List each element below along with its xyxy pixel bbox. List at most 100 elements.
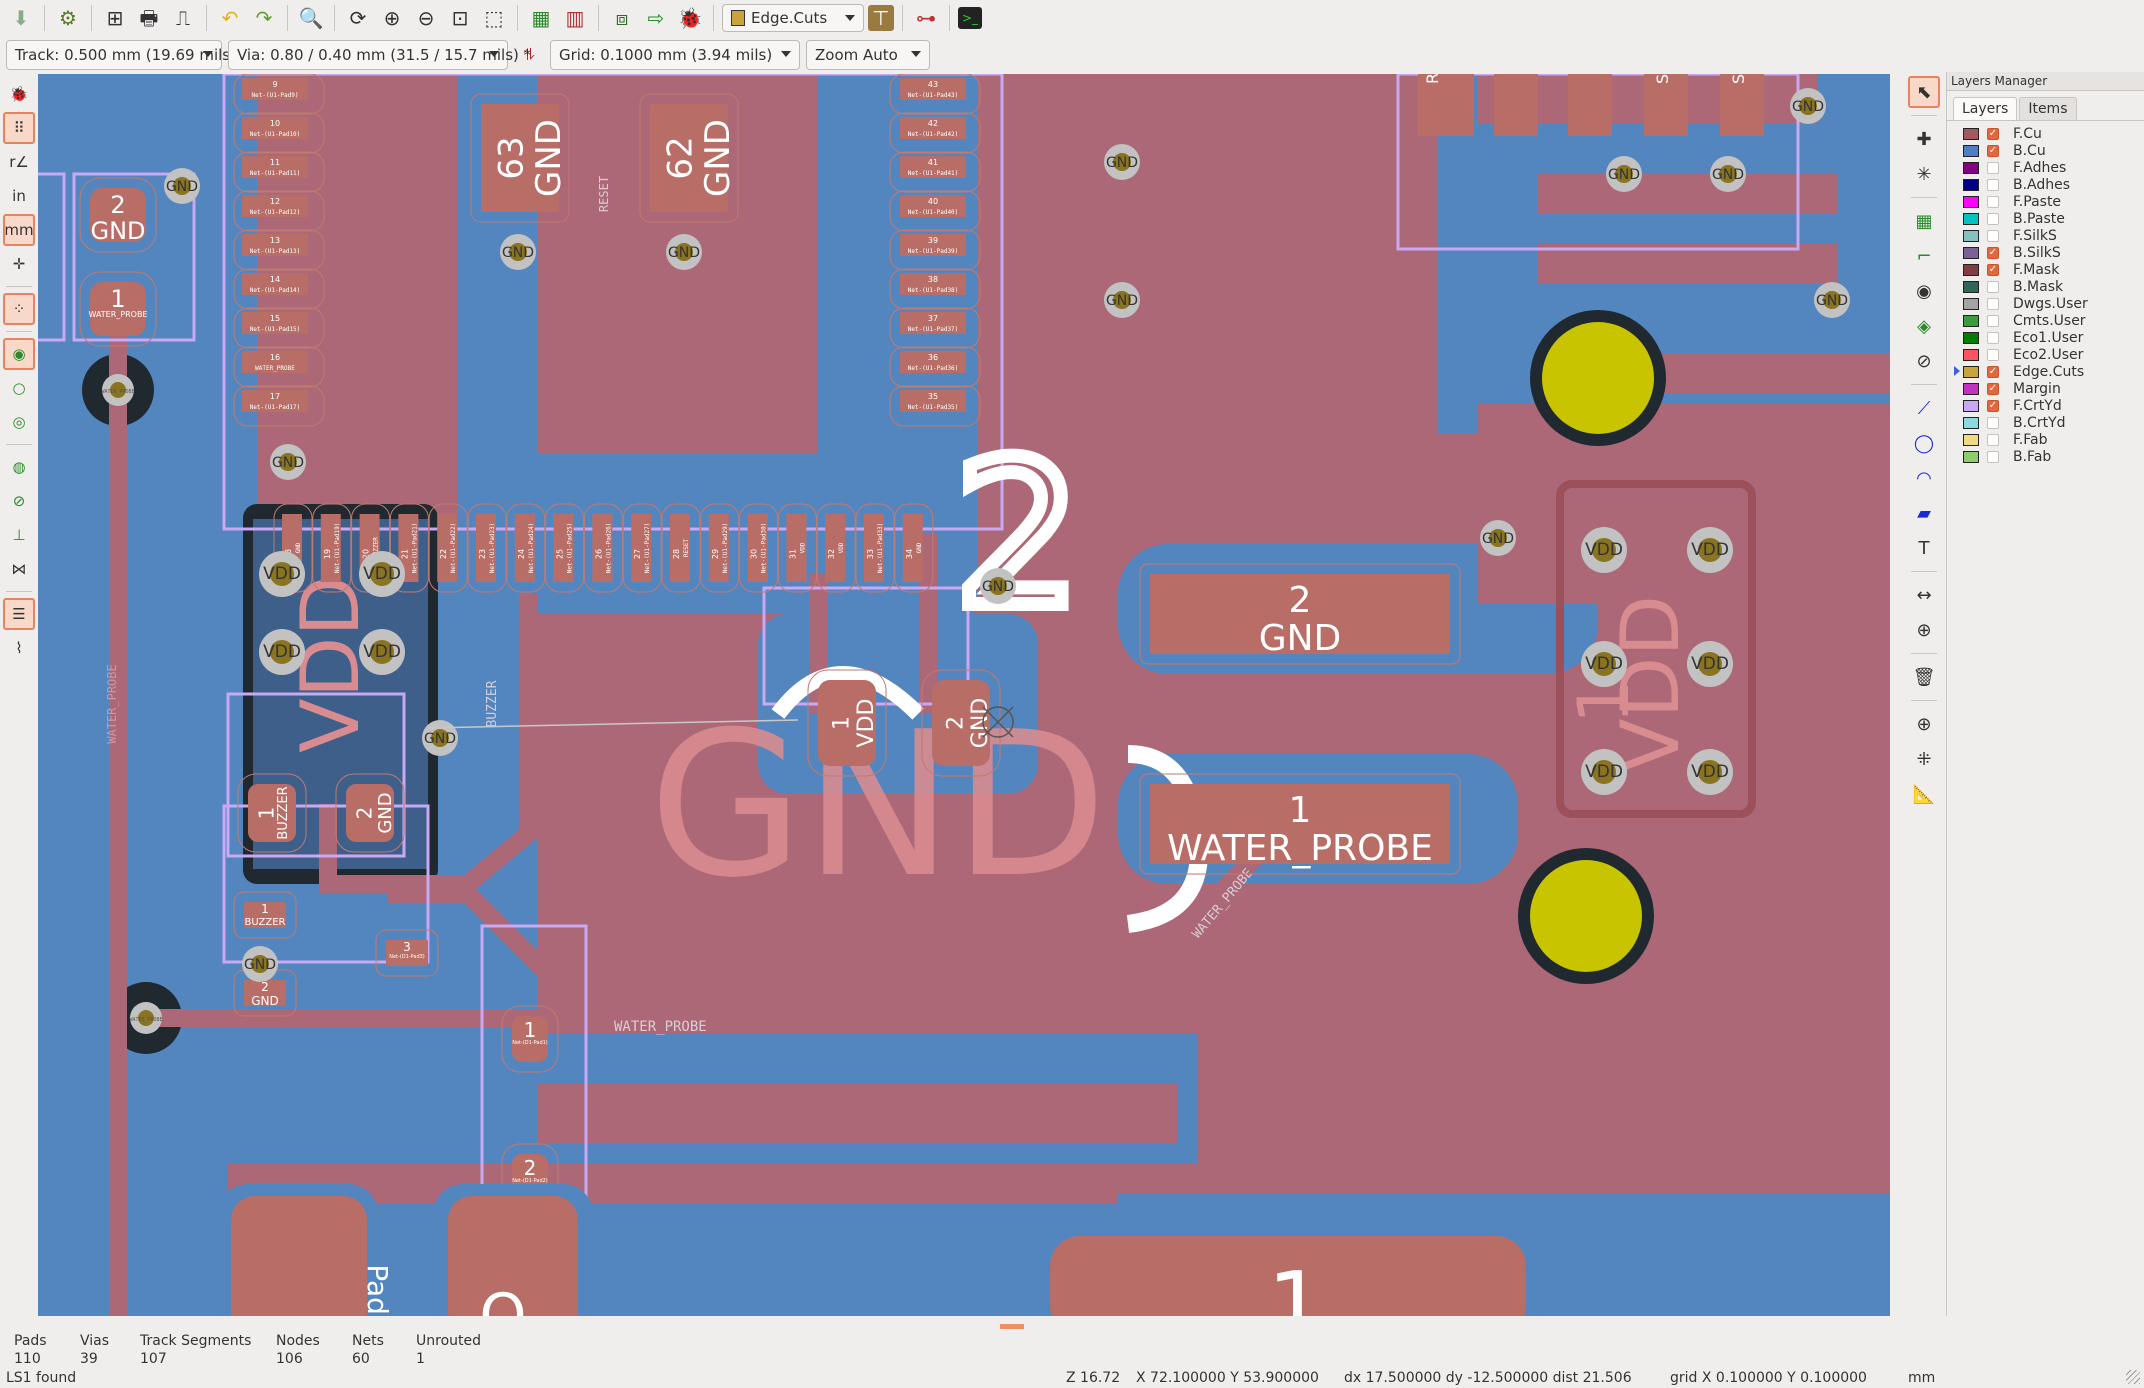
add-text-icon[interactable]: T bbox=[1908, 532, 1940, 564]
active-layer-select[interactable]: Edge.Cuts bbox=[722, 4, 864, 32]
resize-grip[interactable] bbox=[2126, 1370, 2140, 1384]
zone-sketch-icon[interactable]: ◎ bbox=[3, 406, 35, 438]
layer-row[interactable]: ✓ Edge.Cuts bbox=[1954, 363, 2144, 380]
track-sketch-icon[interactable]: ⊥ bbox=[3, 519, 35, 551]
layer-visibility-checkbox[interactable]: ✓ bbox=[1987, 399, 1999, 412]
layer-color-swatch[interactable] bbox=[1963, 365, 1979, 378]
track-width-select[interactable]: Track: 0.500 mm (19.69 mils) bbox=[6, 40, 236, 70]
layer-color-swatch[interactable] bbox=[1963, 450, 1979, 463]
local-ratsnest-icon[interactable]: ✳ bbox=[1908, 158, 1940, 190]
units-mm-icon[interactable]: mm bbox=[3, 214, 35, 246]
via[interactable]: GND bbox=[242, 946, 278, 982]
layer-row[interactable]: Eco2.User bbox=[1963, 346, 2144, 363]
via[interactable]: GND bbox=[500, 234, 536, 270]
add-target-icon[interactable]: ⊕ bbox=[1908, 614, 1940, 646]
layer-row[interactable]: ✓ B.Cu bbox=[1963, 142, 2144, 159]
layer-row[interactable]: ✓ F.CrtYd bbox=[1963, 397, 2144, 414]
cap-pad-vdd[interactable]: 1 VDD bbox=[807, 669, 887, 777]
via-size-select[interactable]: Via: 0.80 / 0.40 mm (31.5 / 15.7 mils) * bbox=[228, 40, 531, 70]
cap-pad-gnd[interactable]: 2 GND bbox=[921, 669, 1001, 777]
layer-visibility-checkbox[interactable] bbox=[1987, 331, 1999, 344]
polar-coords-icon[interactable]: r∠ bbox=[3, 146, 35, 178]
add-line-icon[interactable]: ⟋ bbox=[1908, 392, 1940, 424]
layer-color-swatch[interactable] bbox=[1963, 297, 1979, 310]
footprint-editor-icon[interactable]: ▦ bbox=[526, 3, 556, 33]
layer-row[interactable]: B.Fab bbox=[1963, 448, 2144, 465]
layer-color-swatch[interactable] bbox=[1963, 263, 1979, 276]
header-pad-water-probe[interactable]: 1WATER_PROBE bbox=[1139, 773, 1461, 875]
layer-row[interactable]: F.Fab bbox=[1963, 431, 2144, 448]
board-setup-icon[interactable]: ⚙ bbox=[53, 3, 83, 33]
layer-visibility-checkbox[interactable] bbox=[1987, 212, 1999, 225]
layer-color-swatch[interactable] bbox=[1963, 161, 1979, 174]
layer-color-swatch[interactable] bbox=[1963, 314, 1979, 327]
layer-visibility-checkbox[interactable]: ✓ bbox=[1987, 263, 1999, 276]
pcb-board-drawing[interactable]: GND VDD VDD 2 BUZZER WATER_PROBE WATER_P… bbox=[38, 74, 1890, 1316]
drc-off-icon[interactable]: 🐞 bbox=[3, 78, 35, 110]
via[interactable]: GND bbox=[1790, 88, 1826, 124]
layer-visibility-checkbox[interactable] bbox=[1987, 161, 1999, 174]
layer-visibility-checkbox[interactable]: ✓ bbox=[1987, 365, 1999, 378]
via[interactable]: GND bbox=[1480, 520, 1516, 556]
layer-row[interactable]: Dwgs.User bbox=[1963, 295, 2144, 312]
via[interactable]: VDD bbox=[1581, 527, 1627, 573]
schematic-icon[interactable]: ⊶ bbox=[911, 3, 941, 33]
measure-icon[interactable]: 📐 bbox=[1908, 778, 1940, 810]
large-pad-62[interactable]: 62GND bbox=[639, 93, 739, 223]
via[interactable]: VDD bbox=[1687, 749, 1733, 795]
tab-items[interactable]: Items bbox=[2019, 97, 2077, 120]
large-pad-63[interactable]: 63GND bbox=[470, 93, 570, 223]
layer-row[interactable]: F.Paste bbox=[1963, 193, 2144, 210]
units-inch-icon[interactable]: in bbox=[3, 180, 35, 212]
grid-toggle-icon[interactable]: ⠿ bbox=[3, 112, 35, 144]
microwave-icon[interactable]: ⌇ bbox=[3, 632, 35, 664]
layer-row[interactable]: B.Adhes bbox=[1963, 176, 2144, 193]
via[interactable]: VDD bbox=[359, 551, 405, 597]
scripting-console-icon[interactable]: >_ bbox=[958, 7, 982, 29]
layer-color-swatch[interactable] bbox=[1963, 382, 1979, 395]
via[interactable]: GND bbox=[1104, 144, 1140, 180]
tab-layers[interactable]: Layers bbox=[1953, 97, 2018, 120]
add-via-icon[interactable]: ◉ bbox=[1908, 275, 1940, 307]
via[interactable]: GND bbox=[1710, 156, 1746, 192]
zoom-select[interactable]: Zoom Auto bbox=[806, 40, 930, 70]
pcb-canvas[interactable]: GND VDD VDD 2 BUZZER WATER_PROBE WATER_P… bbox=[38, 74, 1890, 1316]
layer-color-swatch[interactable] bbox=[1963, 331, 1979, 344]
select-arrow-icon[interactable]: ⬉ bbox=[1908, 76, 1940, 108]
drc-icon[interactable]: 🐞 bbox=[675, 3, 705, 33]
drill-origin-icon[interactable]: ⊕ bbox=[1908, 708, 1940, 740]
zoom-in-icon[interactable]: ⊕ bbox=[377, 3, 407, 33]
add-footprint-icon[interactable]: ▦ bbox=[1908, 205, 1940, 237]
add-arc-icon[interactable]: ◠ bbox=[1908, 462, 1940, 494]
layer-visibility-checkbox[interactable] bbox=[1987, 178, 1999, 191]
via-sketch-icon[interactable]: ⊘ bbox=[3, 485, 35, 517]
plot-icon[interactable]: ⎍ bbox=[168, 3, 198, 33]
via[interactable]: VDD bbox=[1687, 527, 1733, 573]
ratsnest-icon[interactable]: ⁘ bbox=[3, 293, 35, 325]
print-icon[interactable]: 🖶 bbox=[134, 3, 164, 33]
layer-color-swatch[interactable] bbox=[1963, 416, 1979, 429]
redraw-icon[interactable]: ⟳ bbox=[343, 3, 373, 33]
zone-outline-icon[interactable]: ○ bbox=[3, 372, 35, 404]
layer-visibility-checkbox[interactable] bbox=[1987, 229, 1999, 242]
via[interactable]: VDD bbox=[359, 629, 405, 675]
via[interactable]: GND bbox=[1606, 156, 1642, 192]
layer-color-swatch[interactable] bbox=[1963, 178, 1979, 191]
via[interactable]: GND bbox=[164, 168, 200, 204]
layer-visibility-checkbox[interactable] bbox=[1987, 450, 1999, 463]
delete-icon[interactable]: 🗑 bbox=[1908, 661, 1940, 693]
grid-origin-icon[interactable]: ⁜ bbox=[1908, 743, 1940, 775]
layer-color-swatch[interactable] bbox=[1963, 399, 1979, 412]
add-polygon-icon[interactable]: ▰ bbox=[1908, 497, 1940, 529]
via[interactable]: GND bbox=[1814, 282, 1850, 318]
add-circle-icon[interactable]: ◯ bbox=[1908, 427, 1940, 459]
pad-sketch-icon[interactable]: ◍ bbox=[3, 451, 35, 483]
header-pad-gnd[interactable]: 2GND bbox=[1139, 563, 1461, 665]
layer-row[interactable]: B.Paste bbox=[1963, 210, 2144, 227]
layer-visibility-checkbox[interactable] bbox=[1987, 297, 1999, 310]
layer-color-swatch[interactable] bbox=[1963, 212, 1979, 225]
layer-pair-icon[interactable]: ⊤ bbox=[868, 5, 894, 31]
layer-row[interactable]: ✓ F.Mask bbox=[1963, 261, 2144, 278]
save-board-icon[interactable]: ⬇ bbox=[6, 3, 36, 33]
layer-row[interactable]: Cmts.User bbox=[1963, 312, 2144, 329]
